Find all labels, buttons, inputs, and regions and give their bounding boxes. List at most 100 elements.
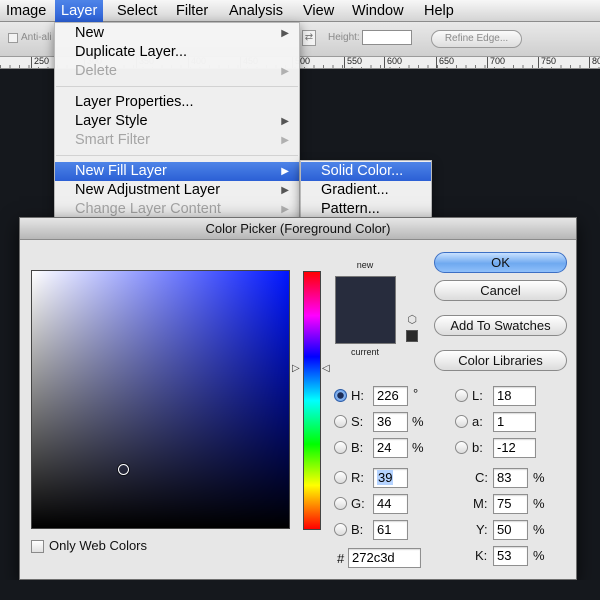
hue-slider-right-arrow-icon[interactable]: ◁ xyxy=(322,364,330,374)
red-label: R: xyxy=(351,470,364,485)
black-input[interactable]: 53 xyxy=(493,546,528,566)
red-input[interactable]: 39 xyxy=(373,468,408,488)
menu-item-smart-filter: Smart Filter ▶ xyxy=(55,131,299,150)
color-picker-marker[interactable] xyxy=(118,464,129,475)
saturation-brightness-field[interactable] xyxy=(31,270,290,529)
saturation-radio[interactable] xyxy=(334,415,347,428)
only-web-colors-label: Only Web Colors xyxy=(49,538,148,553)
only-web-colors-checkbox[interactable] xyxy=(31,540,44,553)
ruler-label: 700 xyxy=(489,57,507,67)
menu-item-solid-color[interactable]: Solid Color... xyxy=(301,162,431,181)
menu-help[interactable]: Help xyxy=(418,0,460,22)
height-input[interactable] xyxy=(362,30,412,45)
b-channel-radio[interactable] xyxy=(455,441,468,454)
menu-view[interactable]: View xyxy=(297,0,340,22)
a-channel-radio[interactable] xyxy=(455,415,468,428)
percent-unit: % xyxy=(412,440,424,455)
menu-analysis[interactable]: Analysis xyxy=(223,0,289,22)
new-fill-layer-submenu: Solid Color... Gradient... Pattern... xyxy=(300,160,432,222)
green-radio[interactable] xyxy=(334,497,347,510)
hue-input[interactable]: 226 xyxy=(373,386,408,406)
a-channel-label: a: xyxy=(472,414,483,429)
add-to-swatches-button[interactable]: Add To Swatches xyxy=(434,315,567,336)
saturation-label: S: xyxy=(351,414,364,429)
ruler-label: 650 xyxy=(438,57,456,67)
red-radio[interactable] xyxy=(334,471,347,484)
menubar: Image Layer Select Filter Analysis View … xyxy=(0,0,600,22)
refine-edge-button[interactable]: Refine Edge... xyxy=(431,30,522,48)
menu-image[interactable]: Image xyxy=(0,0,52,22)
menu-item-label: Layer Properties... xyxy=(75,94,194,110)
menu-window[interactable]: Window xyxy=(346,0,410,22)
menu-separator xyxy=(56,155,298,156)
cancel-button[interactable]: Cancel xyxy=(434,280,567,301)
hex-input[interactable]: 272c3d xyxy=(348,548,421,568)
menu-item-layer-properties[interactable]: Layer Properties... xyxy=(55,93,299,112)
menu-layer[interactable]: Layer xyxy=(55,0,104,22)
menu-item-new[interactable]: New ▶ xyxy=(55,24,299,43)
blue-input[interactable]: 61 xyxy=(373,520,408,540)
ruler-label: 800 xyxy=(591,57,600,67)
out-of-gamut-cube-icon[interactable]: ⬡ xyxy=(406,314,418,326)
lightness-input[interactable]: 18 xyxy=(493,386,536,406)
lightness-radio[interactable] xyxy=(455,389,468,402)
web-safe-swatch[interactable] xyxy=(406,330,418,342)
brightness-label: B: xyxy=(351,440,364,455)
cyan-input[interactable]: 83 xyxy=(493,468,528,488)
percent-unit: % xyxy=(412,414,424,429)
submenu-arrow-icon: ▶ xyxy=(281,135,289,146)
brightness-radio[interactable] xyxy=(334,441,347,454)
percent-unit: % xyxy=(533,496,545,511)
ruler-label: 550 xyxy=(346,57,364,67)
menu-item-layer-style[interactable]: Layer Style ▶ xyxy=(55,112,299,131)
swap-dimensions-icon[interactable]: ⇄ xyxy=(302,30,316,46)
menu-item-label: Change Layer Content xyxy=(75,201,221,217)
blue-radio[interactable] xyxy=(334,523,347,536)
yellow-input[interactable]: 50 xyxy=(493,520,528,540)
ruler-label: 750 xyxy=(540,57,558,67)
yellow-label: Y: xyxy=(476,522,488,537)
layer-menu: New ▶ Duplicate Layer... Delete ▶ Layer … xyxy=(54,22,300,222)
menu-item-label: New Fill Layer xyxy=(75,163,167,179)
b-channel-label: b: xyxy=(472,440,483,455)
percent-unit: % xyxy=(533,548,545,563)
magenta-input[interactable]: 75 xyxy=(493,494,528,514)
hex-label: # xyxy=(337,551,345,566)
submenu-arrow-icon: ▶ xyxy=(281,28,289,39)
antialias-label: Anti-ali xyxy=(21,32,52,43)
hue-slider[interactable] xyxy=(303,271,321,530)
submenu-arrow-icon: ▶ xyxy=(281,185,289,196)
menu-item-label: New xyxy=(75,25,105,41)
green-label: G: xyxy=(351,496,365,511)
menu-item-new-adjustment-layer[interactable]: New Adjustment Layer ▶ xyxy=(55,181,299,200)
menu-filter[interactable]: Filter xyxy=(170,0,214,22)
color-libraries-button[interactable]: Color Libraries xyxy=(434,350,567,371)
hue-slider-left-arrow-icon[interactable]: ▷ xyxy=(292,364,300,374)
ruler-label: 600 xyxy=(386,57,404,67)
menu-item-delete: Delete ▶ xyxy=(55,62,299,81)
lightness-label: L: xyxy=(472,388,483,403)
canvas-area xyxy=(0,580,600,600)
brightness-input[interactable]: 24 xyxy=(373,438,408,458)
color-picker-dialog: Color Picker (Foreground Color) ▷ ◁ new … xyxy=(19,217,577,580)
blue-label: B: xyxy=(351,522,364,537)
magenta-label: M: xyxy=(473,496,488,511)
b-channel-input[interactable]: -12 xyxy=(493,438,536,458)
menu-item-gradient[interactable]: Gradient... xyxy=(301,181,431,200)
menu-select[interactable]: Select xyxy=(111,0,163,22)
current-color-label: current xyxy=(350,347,379,357)
cyan-label: C: xyxy=(475,470,488,485)
saturation-input[interactable]: 36 xyxy=(373,412,408,432)
color-preview-swatch xyxy=(335,276,396,344)
antialias-checkbox[interactable] xyxy=(8,33,18,43)
ok-button[interactable]: OK xyxy=(434,252,567,273)
submenu-arrow-icon: ▶ xyxy=(281,116,289,127)
menu-item-duplicate-layer[interactable]: Duplicate Layer... xyxy=(55,43,299,62)
a-channel-input[interactable]: 1 xyxy=(493,412,536,432)
height-label: Height: xyxy=(328,32,360,43)
hue-radio[interactable] xyxy=(334,389,347,402)
percent-unit: % xyxy=(533,470,545,485)
dialog-title: Color Picker (Foreground Color) xyxy=(20,218,576,240)
menu-item-new-fill-layer[interactable]: New Fill Layer ▶ xyxy=(55,162,299,181)
green-input[interactable]: 44 xyxy=(373,494,408,514)
